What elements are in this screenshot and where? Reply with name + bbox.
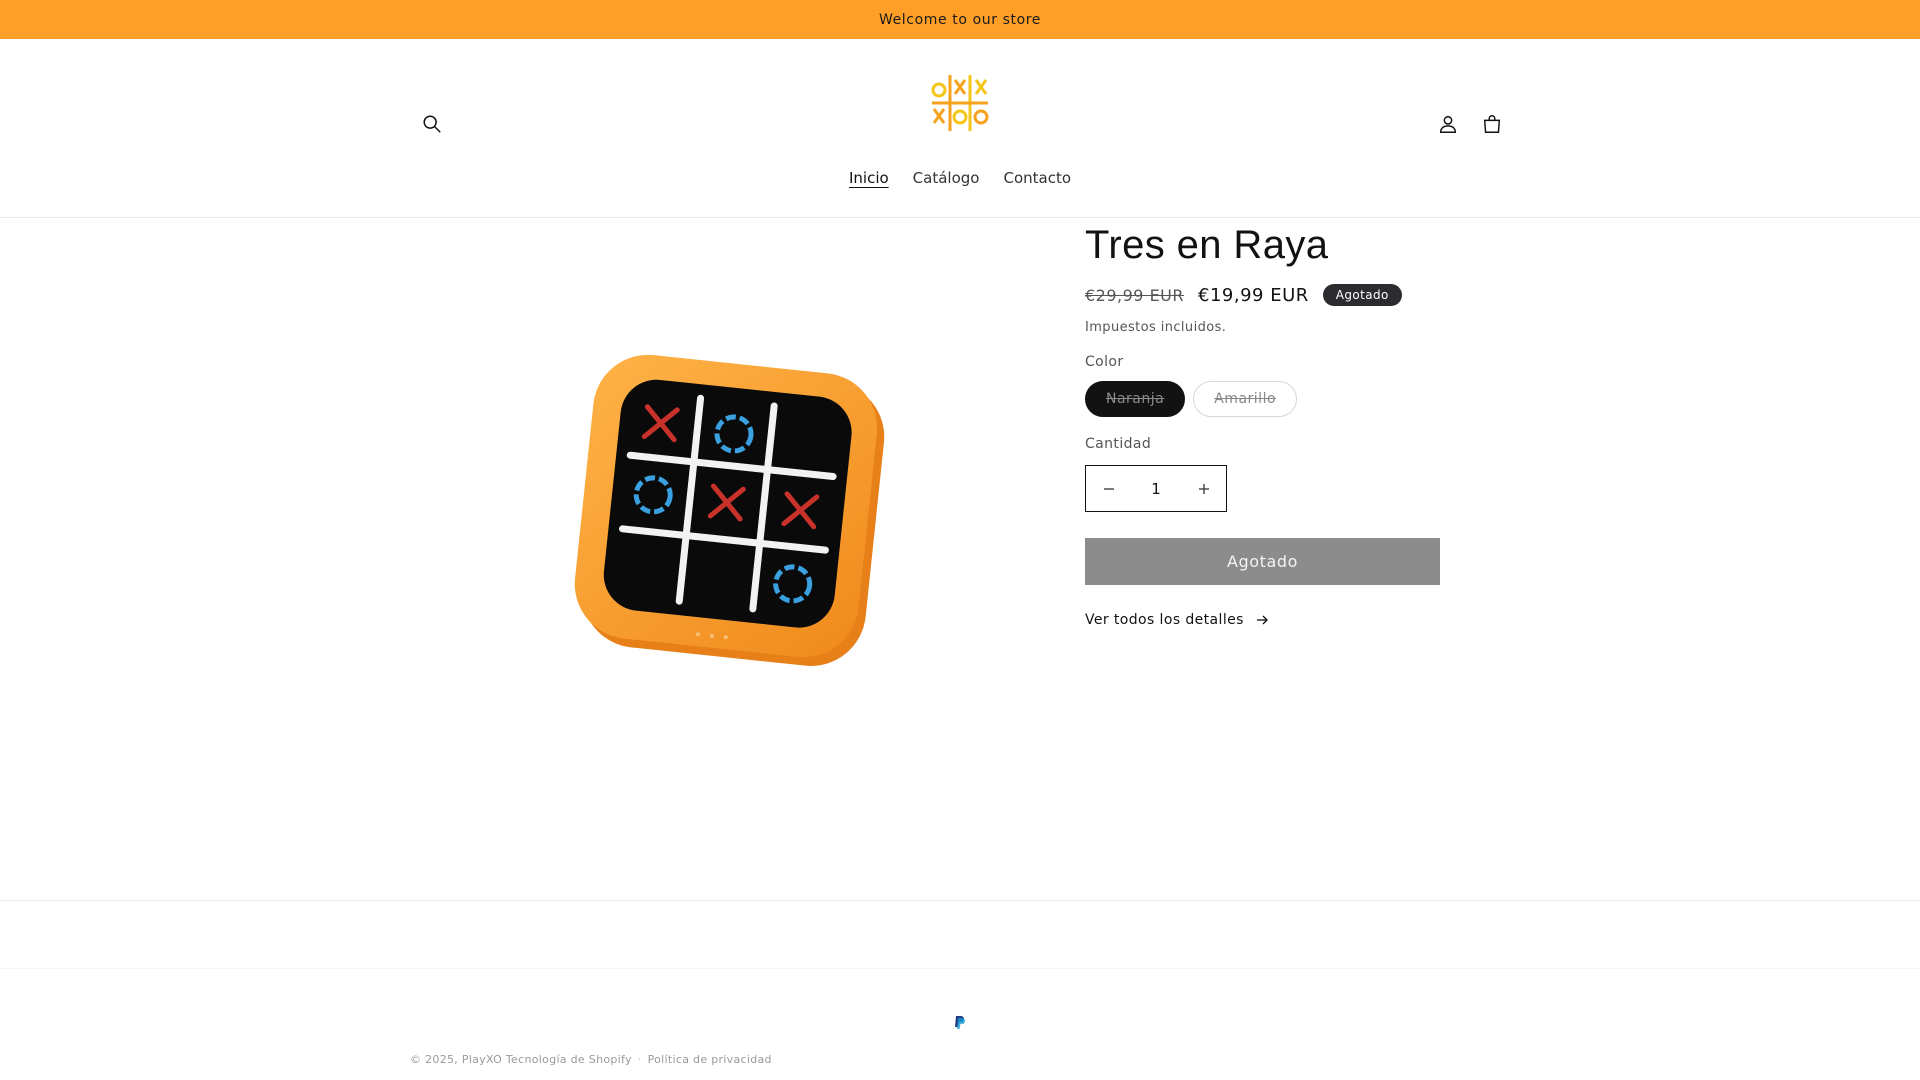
nav-item-contacto[interactable]: Contacto <box>1003 165 1071 191</box>
nav-item-catalogo[interactable]: Catálogo <box>913 165 980 191</box>
quantity-input[interactable] <box>1131 478 1181 499</box>
sold-out-button[interactable]: Agotado <box>1085 538 1440 585</box>
cart-button[interactable] <box>1470 102 1514 146</box>
arrow-right-icon <box>1256 615 1268 625</box>
product-info: Tres en Raya €29,99 EUR €19,99 EUR Agota… <box>1085 218 1445 628</box>
sold-out-badge: Agotado <box>1322 284 1402 306</box>
color-label: Color <box>1085 354 1124 370</box>
quantity-increase-button[interactable] <box>1181 466 1226 511</box>
view-details-link[interactable]: Ver todos los detalles <box>1085 612 1268 628</box>
announcement-text: Welcome to our store <box>878 11 1042 28</box>
account-button[interactable] <box>1426 102 1470 146</box>
product-image[interactable] <box>540 350 920 690</box>
paypal-icon <box>955 1016 965 1029</box>
tic-tac-toe-logo[interactable] <box>928 71 992 135</box>
color-options: Naranja Amarillo <box>1085 381 1298 417</box>
footer-divider <box>0 900 1920 901</box>
footer-subdivider <box>0 968 1920 969</box>
user-icon <box>1439 115 1457 133</box>
footer-copyright: © 2025, PlayXO Tecnología de Shopify · P… <box>410 1053 772 1066</box>
announcement-bar: Welcome to our store <box>0 0 1920 39</box>
quantity-decrease-button[interactable] <box>1086 466 1131 511</box>
minus-icon <box>1103 487 1114 490</box>
search-button[interactable] <box>410 102 454 146</box>
tax-note: Impuestos incluidos. <box>1085 320 1227 335</box>
plus-icon <box>1198 483 1209 494</box>
search-icon <box>423 115 441 133</box>
product-title: Tres en Raya <box>1085 223 1329 267</box>
privacy-policy-link[interactable]: Política de privacidad <box>648 1053 772 1066</box>
cart-icon <box>1483 115 1501 133</box>
regular-price: €29,99 EUR <box>1085 285 1185 305</box>
view-details-label: Ver todos los detalles <box>1085 612 1244 628</box>
color-option-naranja[interactable]: Naranja <box>1085 381 1186 417</box>
site-header: Inicio Catálogo Contacto <box>0 39 1920 218</box>
sale-price: €19,99 EUR <box>1198 284 1309 306</box>
price-row: €29,99 EUR €19,99 EUR Agotado <box>1085 284 1402 306</box>
nav-item-inicio[interactable]: Inicio <box>849 165 889 191</box>
copyright-text[interactable]: © 2025, PlayXO Tecnología de Shopify <box>410 1053 632 1066</box>
quantity-label: Cantidad <box>1085 436 1152 452</box>
footer-separator: · <box>637 1053 642 1066</box>
quantity-stepper <box>1085 465 1227 512</box>
main-nav: Inicio Catálogo Contacto <box>0 165 1920 191</box>
color-option-amarillo[interactable]: Amarillo <box>1193 381 1298 417</box>
